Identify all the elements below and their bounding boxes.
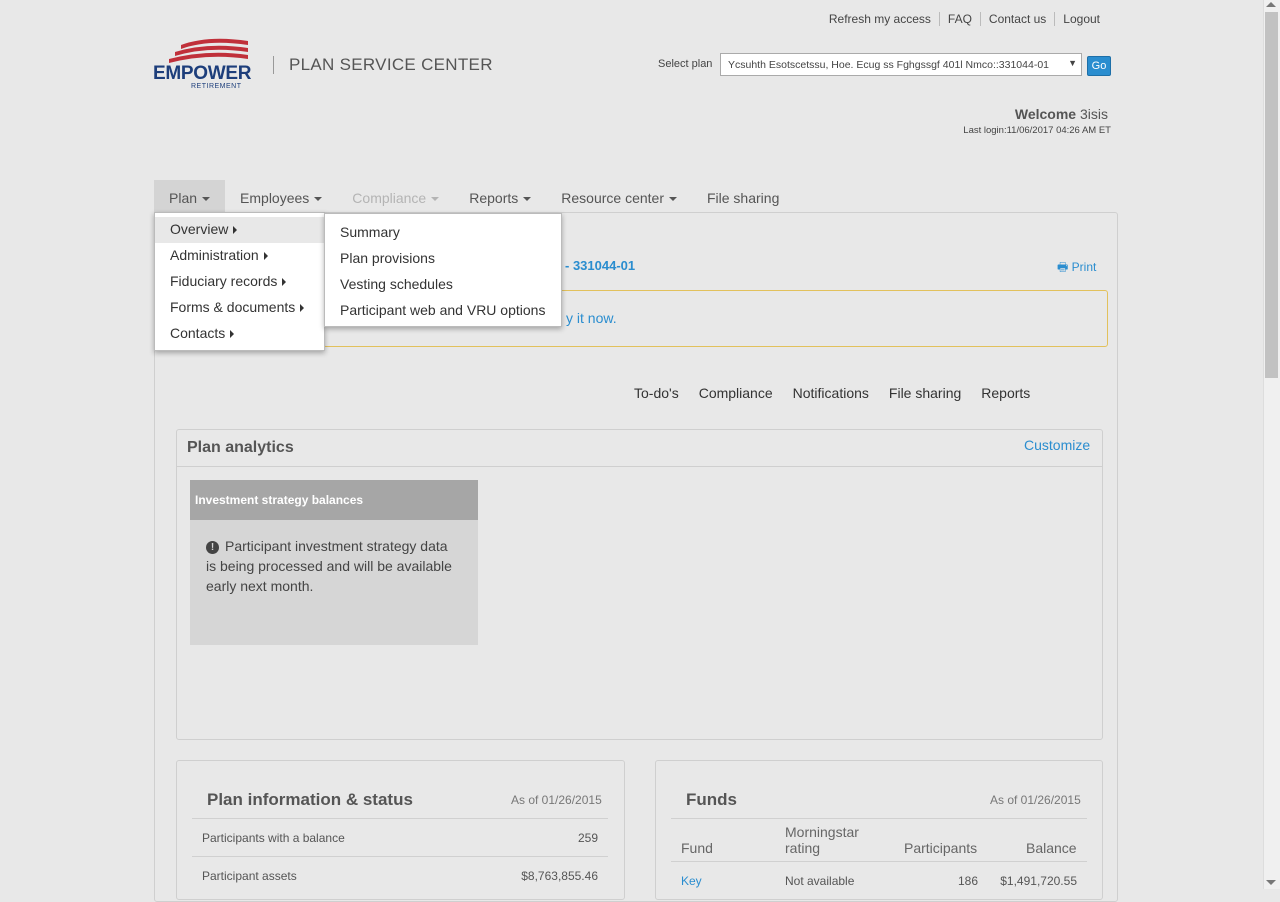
header-divider (273, 56, 274, 74)
tab-reports[interactable]: Reports (971, 385, 1040, 401)
faq-link[interactable]: FAQ (938, 12, 980, 26)
welcome-message: Welcome 3isis (1015, 106, 1108, 122)
submenu-item-plan-provisions[interactable]: Plan provisions (340, 250, 435, 266)
fund-column-header: Fund (681, 840, 713, 856)
fund-link[interactable]: Key (681, 874, 702, 888)
plan-select-value: Ycsuhth Esotscetssu, Hoe. Ecug ss Fghgss… (728, 59, 1050, 71)
chevron-down-icon (668, 197, 677, 202)
dashboard-tabs: To-do's Compliance Notifications File sh… (624, 385, 1040, 401)
menu-item-forms-documents[interactable]: Forms & documents (155, 295, 324, 321)
chevron-right-icon (300, 304, 305, 313)
chevron-right-icon (233, 226, 238, 235)
printer-icon: 🖶 (1057, 260, 1069, 274)
participant-assets-value: $8,763,855.46 (521, 869, 598, 883)
refresh-access-link[interactable]: Refresh my access (821, 12, 939, 26)
menu-item-contacts[interactable]: Contacts (155, 321, 324, 347)
balance-column-header: Balance (1026, 840, 1077, 856)
submenu-item-participant-web-vru[interactable]: Participant web and VRU options (340, 302, 545, 318)
investment-strategy-title: Investment strategy balances (190, 480, 478, 520)
rating-column-header-line2: rating (785, 840, 821, 856)
fund-rating: Not available (785, 874, 855, 888)
welcome-prefix: Welcome (1014, 106, 1077, 122)
main-nav: Plan Employees Compliance Reports Resour… (154, 180, 794, 214)
scroll-down-icon[interactable] (1266, 880, 1276, 885)
welcome-user: 3isis (1079, 106, 1108, 122)
rating-column-header-line1: Morningstar (785, 824, 859, 840)
chevron-right-icon (282, 278, 287, 287)
chevron-down-icon (202, 197, 211, 202)
logo-subtext: RETIREMENT (191, 83, 242, 90)
contact-us-link[interactable]: Contact us (979, 12, 1054, 26)
divider (192, 856, 608, 857)
nav-file-sharing[interactable]: File sharing (692, 180, 794, 214)
nav-reports[interactable]: Reports (454, 180, 546, 214)
divider (671, 818, 1087, 819)
investment-strategy-message: ! Participant investment strategy data is… (206, 538, 452, 594)
menu-item-overview[interactable]: Overview (155, 217, 324, 243)
plan-analytics-header (177, 430, 1102, 467)
info-icon: ! (206, 541, 219, 554)
dropdown-arrow-icon: ▼ (1068, 58, 1077, 68)
plan-info-as-of: As of 01/26/2015 (511, 793, 602, 807)
participants-balance-value: 259 (577, 831, 598, 845)
customize-link[interactable]: Customize (1024, 437, 1090, 453)
divider (671, 861, 1087, 862)
menu-item-fiduciary-records[interactable]: Fiduciary records (155, 269, 324, 295)
plan-select[interactable]: Ycsuhth Esotscetssu, Hoe. Ecug ss Fghgss… (720, 53, 1082, 76)
logo-wordmark: EMPOWER (153, 63, 252, 84)
divider (192, 818, 608, 819)
chevron-right-icon (230, 330, 235, 339)
logout-link[interactable]: Logout (1054, 12, 1108, 26)
go-button[interactable]: Go (1087, 56, 1111, 76)
tab-compliance[interactable]: Compliance (689, 385, 783, 401)
participants-balance-label: Participants with a balance (202, 831, 345, 845)
chevron-down-icon (523, 197, 532, 202)
empower-logo[interactable]: EMPOWER RETIREMENT (153, 37, 253, 91)
funds-as-of: As of 01/26/2015 (990, 793, 1081, 807)
print-button[interactable]: 🖶 Print (1057, 258, 1096, 279)
tab-notifications[interactable]: Notifications (783, 385, 879, 401)
participant-assets-label: Participant assets (202, 869, 297, 883)
scroll-up-icon[interactable] (1266, 2, 1276, 7)
submenu-item-summary[interactable]: Summary (340, 224, 400, 240)
chevron-down-icon (431, 197, 440, 202)
scrollbar-thumb[interactable] (1265, 12, 1278, 378)
menu-item-administration[interactable]: Administration (155, 243, 324, 269)
tab-todos[interactable]: To-do's (624, 385, 689, 401)
nav-employees[interactable]: Employees (225, 180, 337, 214)
nav-compliance: Compliance (337, 180, 454, 214)
last-login: Last login:11/06/2017 04:26 AM ET (963, 125, 1111, 136)
fund-participants: 186 (957, 874, 978, 888)
select-plan-label: Select plan (658, 58, 713, 70)
plan-info-title: Plan information & status (207, 790, 413, 809)
plan-id: - 331044-01 (565, 258, 636, 273)
fund-balance: $1,491,720.55 (1000, 874, 1077, 888)
submenu-item-vesting-schedules[interactable]: Vesting schedules (340, 276, 453, 292)
nav-plan[interactable]: Plan (154, 180, 226, 214)
participants-column-header: Participants (904, 840, 978, 856)
nav-resource-center[interactable]: Resource center (546, 180, 692, 214)
overview-submenu: Summary Plan provisions Vesting schedule… (324, 213, 562, 327)
utility-links: Refresh my access FAQ Contact us Logout (821, 12, 1108, 26)
plan-analytics-title: Plan analytics (187, 439, 294, 456)
print-label: Print (1071, 260, 1097, 274)
chevron-down-icon (314, 197, 323, 202)
alert-link[interactable]: y it now. (566, 310, 617, 326)
plan-menu: Overview Administration Fiduciary record… (154, 212, 325, 351)
flag-icon (169, 38, 248, 63)
funds-title: Funds (686, 790, 737, 809)
product-title: PLAN SERVICE CENTER (289, 55, 493, 74)
chevron-right-icon (263, 252, 268, 261)
tab-file-sharing[interactable]: File sharing (879, 385, 971, 401)
